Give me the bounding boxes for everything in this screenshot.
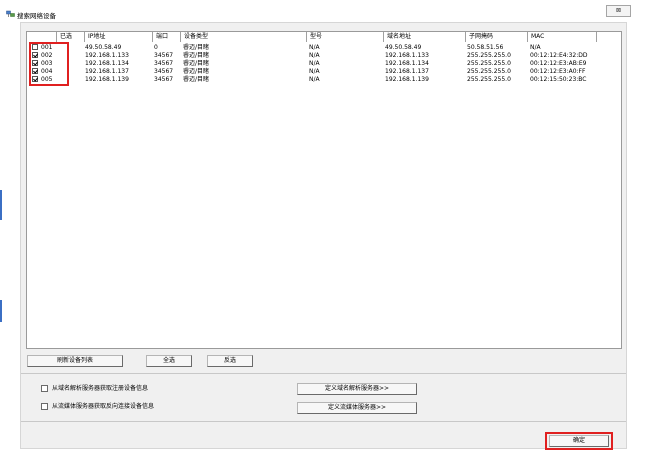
row-domain: 192.168.1.133: [385, 52, 429, 59]
table-row[interactable]: 002 192.168.1.133 34567 睿迈/目睹 N/A 192.16…: [27, 52, 621, 60]
device-list[interactable]: 已选 IP地址 端口 设备类型 型号 域名地址 子网掩码 MAC 001 49.…: [26, 31, 622, 349]
row-domain: 192.168.1.137: [385, 68, 429, 75]
close-icon: ⊠: [615, 7, 622, 14]
separator: [21, 421, 626, 422]
row-port: 34567: [154, 60, 174, 67]
row-mac: 00:12:12:E3:A0:FF: [530, 68, 586, 75]
row-domain: 49.50.58.49: [385, 44, 422, 51]
row-mac: 00:12:12:E3:AB:E9: [530, 60, 587, 67]
column-header-type[interactable]: 设备类型: [181, 32, 307, 42]
table-row[interactable]: 005 192.168.1.139 34567 睿迈/目睹 N/A 192.16…: [27, 76, 621, 84]
row-model: N/A: [309, 60, 320, 67]
option-from-stream-label: 从流媒体服务器获取反向连接设备信息: [52, 403, 155, 410]
row-type: 睿迈/目睹: [183, 44, 210, 51]
row-model: N/A: [309, 52, 320, 59]
row-mask: 255.255.255.0: [467, 68, 511, 75]
search-device-dialog: 已选 IP地址 端口 设备类型 型号 域名地址 子网掩码 MAC 001 49.…: [20, 22, 627, 450]
separator: [21, 373, 626, 374]
close-button[interactable]: ⊠: [606, 5, 631, 17]
row-port: 0: [154, 44, 158, 51]
ok-button[interactable]: 确定: [549, 435, 609, 447]
row-port: 34567: [154, 52, 174, 59]
row-model: N/A: [309, 44, 320, 51]
network-search-icon: [6, 10, 15, 17]
column-header-model[interactable]: 型号: [307, 32, 384, 42]
row-mask: 50.58.51.56: [467, 44, 504, 51]
option-from-dns-label: 从域名解析服务器获取注册设备信息: [52, 385, 149, 392]
table-row[interactable]: 001 49.50.58.49 0 睿迈/目睹 N/A 49.50.58.49 …: [27, 44, 621, 52]
row-model: N/A: [309, 76, 320, 83]
window-title: 搜索网络设备: [17, 12, 56, 20]
column-header[interactable]: [27, 32, 57, 42]
column-header-ip[interactable]: IP地址: [85, 32, 153, 42]
invert-selection-button[interactable]: 反选: [207, 355, 253, 367]
left-edge-bar: [0, 190, 2, 220]
row-ip: 192.168.1.134: [85, 60, 129, 67]
row-type: 睿迈/目睹: [183, 68, 210, 75]
row-model: N/A: [309, 68, 320, 75]
row-port: 34567: [154, 76, 174, 83]
column-header-selected[interactable]: 已选: [57, 32, 85, 42]
table-row[interactable]: 004 192.168.1.137 34567 睿迈/目睹 N/A 192.16…: [27, 68, 621, 76]
row-mac: N/A: [530, 44, 541, 51]
row-ip: 192.168.1.133: [85, 52, 129, 59]
row-mac: 00:12:15:50:23:BC: [530, 76, 587, 83]
row-mask: 255.255.255.0: [467, 60, 511, 67]
row-ip: 192.168.1.139: [85, 76, 129, 83]
row-ip: 49.50.58.49: [85, 44, 122, 51]
from-stream-checkbox[interactable]: [41, 403, 48, 410]
row-type: 睿迈/目睹: [183, 60, 210, 67]
select-all-button[interactable]: 全选: [146, 355, 192, 367]
row-mask: 255.255.255.0: [467, 76, 511, 83]
checkbox-column-highlight: [29, 42, 69, 86]
refresh-device-list-button[interactable]: 刷新设备列表: [27, 355, 123, 367]
row-domain: 192.168.1.139: [385, 76, 429, 83]
table-row[interactable]: 003 192.168.1.134 34567 睿迈/目睹 N/A 192.16…: [27, 60, 621, 68]
column-header-domain[interactable]: 域名地址: [384, 32, 466, 42]
column-header-mask[interactable]: 子网掩码: [466, 32, 528, 42]
column-header-port[interactable]: 端口: [153, 32, 181, 42]
list-header: 已选 IP地址 端口 设备类型 型号 域名地址 子网掩码 MAC: [27, 32, 621, 42]
row-port: 34567: [154, 68, 174, 75]
row-type: 睿迈/目睹: [183, 76, 210, 83]
row-mac: 00:12:12:E4:32:DD: [530, 52, 588, 59]
row-mask: 255.255.255.0: [467, 52, 511, 59]
from-dns-checkbox[interactable]: [41, 385, 48, 392]
option-from-stream[interactable]: 从流媒体服务器获取反向连接设备信息: [41, 403, 154, 411]
row-type: 睿迈/目睹: [183, 52, 210, 59]
option-from-dns[interactable]: 从域名解析服务器获取注册设备信息: [41, 385, 148, 393]
column-header-mac[interactable]: MAC: [528, 32, 597, 42]
row-domain: 192.168.1.134: [385, 60, 429, 67]
row-ip: 192.168.1.137: [85, 68, 129, 75]
define-stream-server-button[interactable]: 定义流媒体服务器>>: [297, 402, 417, 414]
left-edge-bar: [0, 300, 2, 322]
define-dns-server-button[interactable]: 定义域名解析服务器>>: [297, 383, 417, 395]
